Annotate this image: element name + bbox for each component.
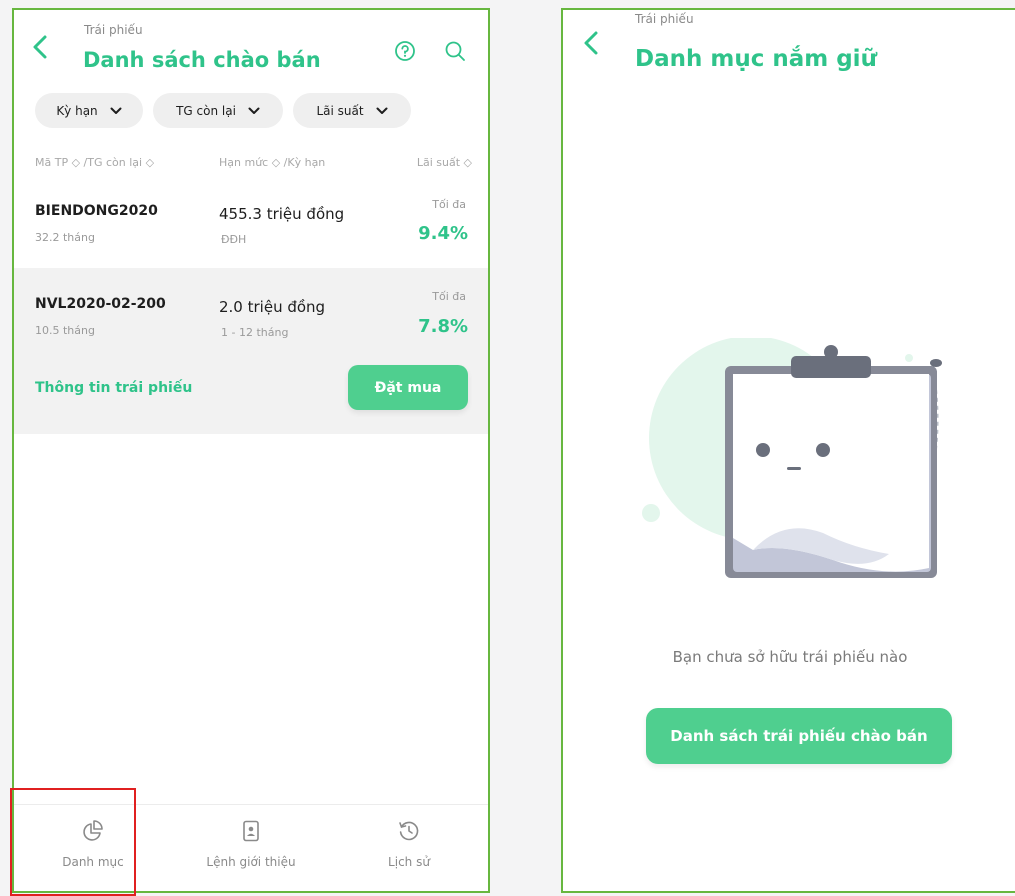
bond-remaining: 10.5 tháng <box>35 324 95 337</box>
page-title: Danh mục nắm giữ <box>635 46 877 72</box>
nav-item-history[interactable]: Lịch sử <box>334 805 484 891</box>
rate-max-label: Tối đa <box>432 198 466 211</box>
bond-info-link[interactable]: Thông tin trái phiếu <box>35 380 192 396</box>
bond-row[interactable]: BIENDONG2020 32.2 tháng 455.3 triệu đồng… <box>14 185 488 265</box>
rate-max-label: Tối đa <box>432 290 466 303</box>
help-icon[interactable] <box>392 38 418 64</box>
filter-rate-label: Lãi suất <box>316 103 364 118</box>
history-icon <box>334 819 484 843</box>
buy-button[interactable]: Đặt mua <box>348 365 468 410</box>
filter-term[interactable]: Kỳ hạn <box>35 93 143 128</box>
filter-remaining-label: TG còn lại <box>176 103 236 118</box>
document-user-icon <box>176 819 326 843</box>
bond-term: ĐĐH <box>221 233 247 246</box>
bond-remaining: 32.2 tháng <box>35 231 95 244</box>
chevron-down-icon <box>110 104 122 118</box>
column-header-limit[interactable]: Hạn mức ◇ /Kỳ hạn <box>219 156 325 169</box>
column-header-rate[interactable]: Lãi suất ◇ <box>417 156 472 169</box>
header-subtitle: Trái phiếu <box>635 12 694 26</box>
nav-label: Lịch sử <box>388 855 430 869</box>
bond-row-expanded[interactable]: NVL2020-02-200 10.5 tháng 2.0 triệu đồng… <box>14 268 488 434</box>
chevron-down-icon <box>248 104 260 118</box>
header-subtitle: Trái phiếu <box>84 23 143 37</box>
highlight-box <box>10 788 136 896</box>
filter-term-label: Kỳ hạn <box>56 103 98 118</box>
portfolio-screen: Trái phiếu Danh mục nắm giữ Bạn chưa sở … <box>561 8 1015 893</box>
bond-amount: 2.0 triệu đồng <box>219 298 326 316</box>
bond-code: NVL2020-02-200 <box>35 296 166 312</box>
column-header-code[interactable]: Mã TP ◇ /TG còn lại ◇ <box>35 156 154 169</box>
back-arrow-icon[interactable] <box>32 34 48 66</box>
search-icon[interactable] <box>442 38 468 64</box>
bond-code: BIENDONG2020 <box>35 203 158 219</box>
nav-label: Lệnh giới thiệu <box>206 855 296 869</box>
offer-list-screen: Trái phiếu Danh sách chào bán Kỳ hạn TG … <box>12 8 490 893</box>
chevron-down-icon <box>376 104 388 118</box>
back-arrow-icon[interactable] <box>583 30 599 62</box>
offer-list-button[interactable]: Danh sách trái phiếu chào bán <box>646 708 952 764</box>
filter-rate[interactable]: Lãi suất <box>293 93 411 128</box>
empty-state-message: Bạn chưa sở hữu trái phiếu nào <box>672 648 908 666</box>
bond-amount: 455.3 triệu đồng <box>219 205 345 223</box>
bond-rate: 7.8% <box>418 316 468 337</box>
page-title: Danh sách chào bán <box>83 48 321 72</box>
empty-clipboard-illustration <box>633 336 963 588</box>
bond-rate: 9.4% <box>418 223 468 244</box>
filter-remaining[interactable]: TG còn lại <box>153 93 283 128</box>
nav-item-referral-orders[interactable]: Lệnh giới thiệu <box>176 805 326 891</box>
bond-term: 1 - 12 tháng <box>221 326 289 339</box>
